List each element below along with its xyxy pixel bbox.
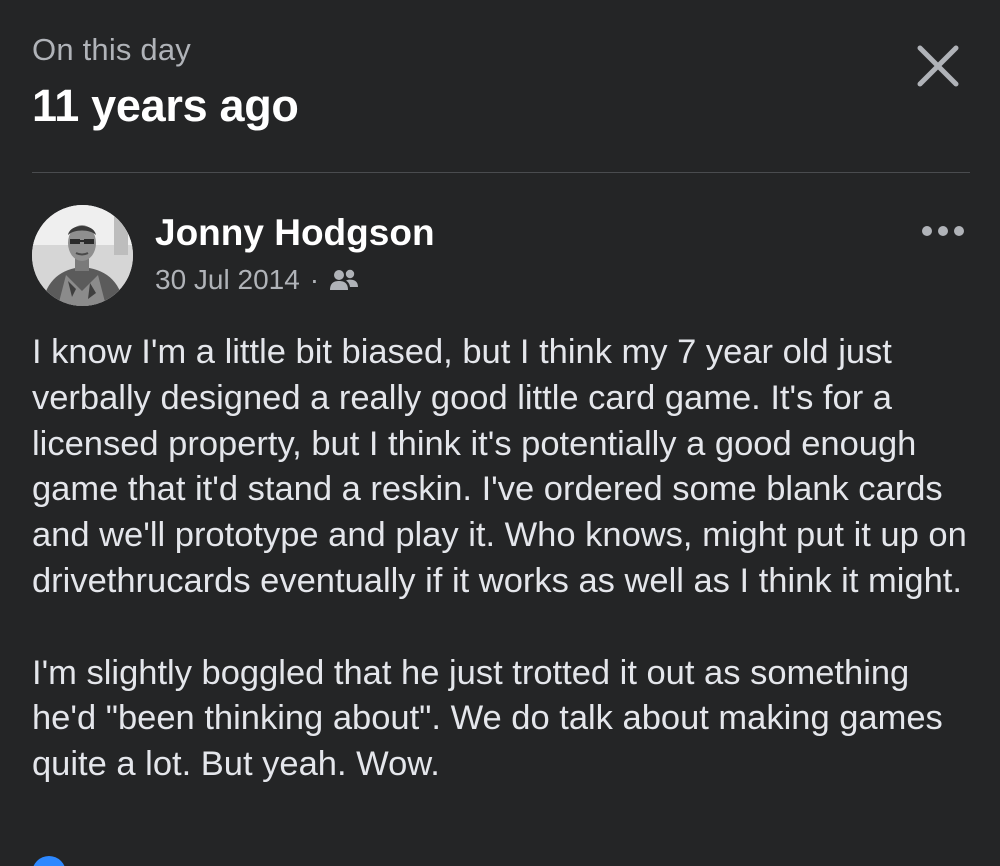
page-title: 11 years ago [32, 80, 299, 131]
close-icon [917, 45, 959, 87]
header-kicker: On this day [32, 32, 192, 67]
header-divider [32, 172, 970, 173]
memories-screen: On this day 11 years ago Jonny Hodgson 3… [0, 0, 1000, 866]
post-body: I know I'm a little bit biased, but I th… [32, 330, 977, 788]
post-paragraph: I know I'm a little bit biased, but I th… [32, 333, 967, 600]
avatar-photo [32, 205, 133, 306]
post-date[interactable]: 30 Jul 2014 [155, 264, 300, 296]
more-options-button[interactable] [914, 214, 972, 248]
post-meta: 30 Jul 2014 · [155, 264, 359, 296]
post-paragraph: I'm slightly boggled that he just trotte… [32, 653, 943, 784]
reaction-icon[interactable] [32, 856, 66, 866]
friends-icon[interactable] [329, 268, 359, 292]
meta-separator: · [309, 264, 320, 295]
avatar[interactable] [32, 205, 133, 306]
close-button[interactable] [908, 36, 968, 96]
post-author[interactable]: Jonny Hodgson [155, 212, 435, 254]
more-options-icon [922, 226, 964, 236]
